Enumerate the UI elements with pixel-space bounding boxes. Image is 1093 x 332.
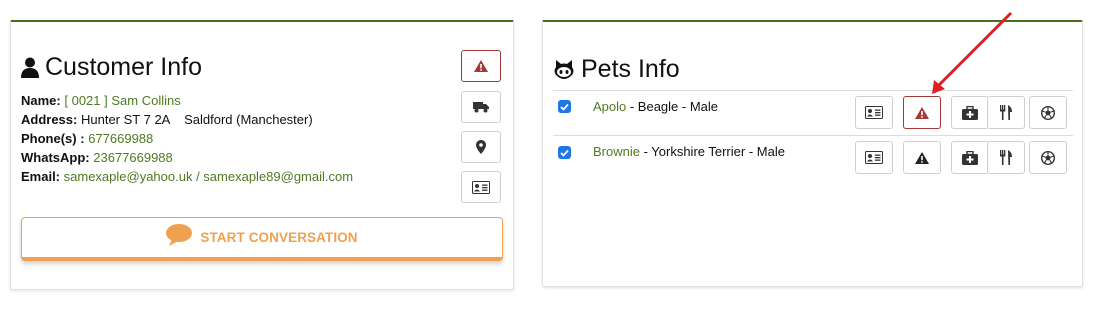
id-card-icon [865, 151, 883, 164]
pet-alert-button[interactable] [903, 141, 941, 174]
address-row: Address: Hunter ST 7 2A Saldford (Manche… [21, 110, 353, 129]
pet-food-button[interactable] [987, 96, 1025, 129]
pet-name-link[interactable]: Brownie [593, 144, 640, 159]
email-row: Email: samexaple@yahoo.uk / samexaple89@… [21, 167, 353, 186]
pet-activity-button[interactable] [1029, 141, 1067, 174]
whatsapp-row: WhatsApp: 23677669988 [21, 148, 353, 167]
email-link[interactable]: samexaple@yahoo.uk / samexaple89@gmail.c… [64, 169, 353, 184]
user-icon [21, 57, 39, 78]
pets-divider-middle [553, 135, 1073, 136]
pet-activity-button[interactable] [1029, 96, 1067, 129]
customer-info-title: Customer Info [21, 53, 202, 82]
customer-details: Name: [ 0021 ] Sam Collins Address: Hunt… [21, 91, 353, 186]
pet-detail: - Yorkshire Terrier - Male [639, 144, 785, 159]
pet-select-checkbox[interactable] [558, 100, 571, 113]
truck-icon [473, 102, 489, 113]
start-conversation-button[interactable]: START CONVERSATION [21, 217, 503, 261]
pet-alert-button[interactable] [903, 96, 941, 129]
medical-kit-icon [962, 105, 978, 120]
soccer-ball-icon [1041, 105, 1055, 120]
phone-label: Phone(s) : [21, 131, 85, 146]
pet-id-card-button[interactable] [855, 96, 893, 129]
address-value: Hunter ST 7 2A Saldford (Manchester) [80, 112, 313, 127]
pet-summary: Apolo - Beagle - Male [593, 99, 718, 114]
alert-icon [474, 60, 488, 72]
pet-id-card-button[interactable] [855, 141, 893, 174]
pet-summary: Brownie - Yorkshire Terrier - Male [593, 144, 785, 159]
pet-medical-button[interactable] [951, 141, 989, 174]
pet-food-button[interactable] [987, 141, 1025, 174]
phone-row: Phone(s) : 677669988 [21, 129, 353, 148]
whatsapp-label: WhatsApp: [21, 150, 90, 165]
pet-name-link[interactable]: Apolo [593, 99, 626, 114]
delivery-button[interactable] [461, 91, 501, 123]
id-card-button[interactable] [461, 171, 501, 203]
name-label: Name: [21, 93, 61, 108]
medical-kit-icon [962, 150, 978, 165]
whatsapp-link[interactable]: 23677669988 [93, 150, 173, 165]
checkmark-icon [560, 149, 569, 157]
cutlery-icon [1000, 105, 1012, 120]
address-label: Address: [21, 112, 78, 127]
pet-medical-button[interactable] [951, 96, 989, 129]
pet-select-checkbox[interactable] [558, 146, 571, 159]
id-card-icon [472, 180, 490, 194]
name-row: Name: [ 0021 ] Sam Collins [21, 91, 353, 110]
alert-icon [915, 151, 929, 164]
pet-detail: - Beagle - Male [626, 99, 719, 114]
pet-row: Apolo - Beagle - Male [553, 92, 1073, 134]
github-cat-icon [554, 59, 574, 79]
pets-info-title-text: Pets Info [581, 55, 680, 83]
speech-bubble-icon [166, 223, 193, 246]
customer-name-link[interactable]: [ 0021 ] Sam Collins [64, 93, 180, 108]
location-pin-icon [476, 140, 486, 154]
checkmark-icon [560, 103, 569, 111]
phone-link[interactable]: 677669988 [88, 131, 153, 146]
pets-info-panel: Pets Info Apolo - Beagle - Male Brownie … [542, 20, 1083, 287]
alert-icon [915, 106, 929, 119]
email-label: Email: [21, 169, 61, 184]
pets-divider-top [553, 90, 1073, 91]
soccer-ball-icon [1041, 150, 1055, 165]
customer-info-panel: Customer Info Name: [ 0021 ] Sam Collins… [10, 20, 514, 290]
id-card-icon [865, 106, 883, 119]
cutlery-icon [1000, 150, 1012, 165]
pets-info-title: Pets Info [553, 55, 680, 84]
customer-info-title-text: Customer Info [45, 53, 203, 81]
start-conversation-label: START CONVERSATION [200, 230, 358, 245]
location-button[interactable] [461, 131, 501, 163]
customer-alert-button[interactable] [461, 50, 501, 82]
pet-row: Brownie - Yorkshire Terrier - Male [553, 137, 1073, 179]
